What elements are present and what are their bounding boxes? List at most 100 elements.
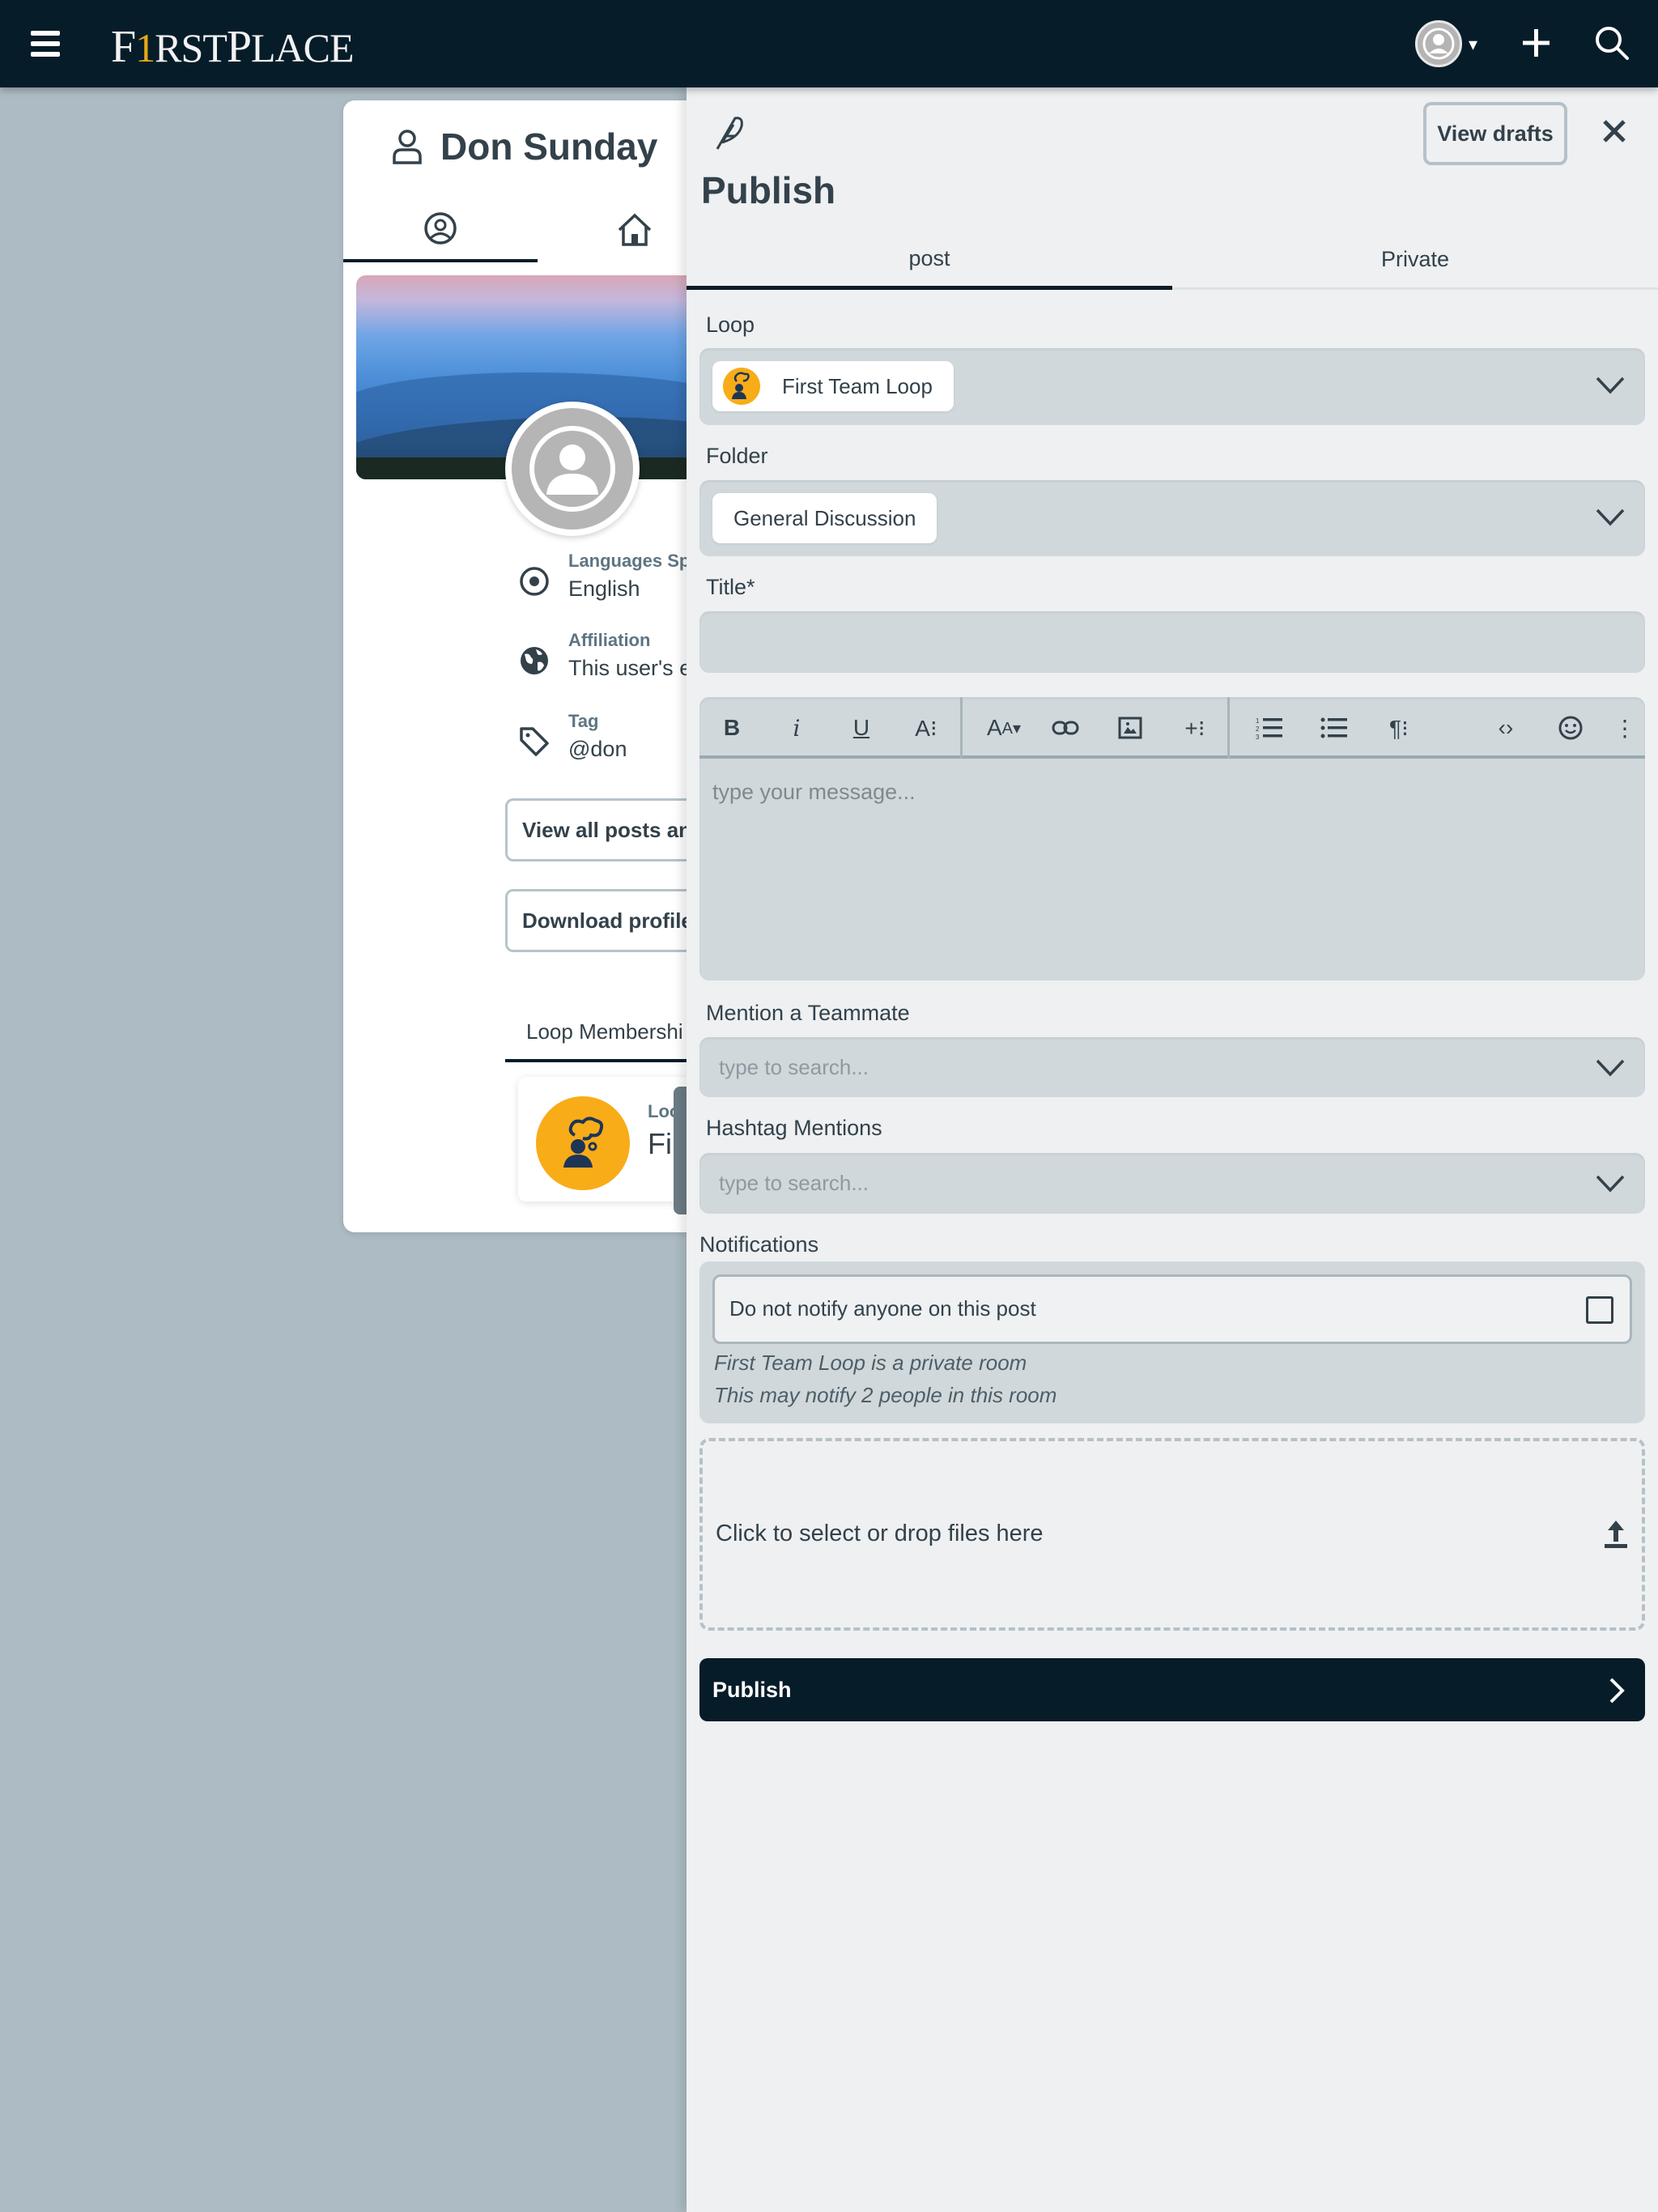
mention-select[interactable]: type to search...: [699, 1037, 1645, 1097]
scrollbar-handle[interactable]: [674, 1087, 687, 1214]
bold-icon[interactable]: B: [709, 707, 755, 749]
tab-post[interactable]: post: [687, 232, 1172, 290]
do-not-notify-label: Do not notify anyone on this post: [729, 1296, 1036, 1321]
logo-letter: F: [111, 22, 136, 72]
folder-chip[interactable]: General Discussion: [712, 493, 937, 543]
folder-label: Folder: [706, 444, 768, 468]
hashtag-placeholder: type to search...: [719, 1171, 869, 1195]
tag-icon: [520, 727, 549, 756]
publish-panel: View drafts Publish post Private Loop Fi…: [687, 87, 1658, 2212]
user-circle-icon: [424, 212, 457, 245]
field-value: @don: [568, 737, 627, 761]
insert-more-icon[interactable]: +⁝: [1172, 707, 1218, 749]
dropzone-label: Click to select or drop files here: [716, 1521, 1044, 1546]
do-not-notify-toggle[interactable]: Do not notify anyone on this post: [712, 1274, 1632, 1344]
publish-button[interactable]: Publish: [699, 1658, 1645, 1721]
tab-loop-memberships[interactable]: Loop Membershi: [505, 1004, 699, 1062]
logo-letters: RST: [155, 25, 227, 70]
home-icon: [618, 213, 652, 246]
field-value: English: [568, 576, 640, 601]
italic-icon[interactable]: i: [774, 707, 819, 749]
message-editor[interactable]: B i U A⁝ A A▾ +⁝ 123 ¶⁝ ‹› ⋮ type your m…: [699, 697, 1645, 981]
more-options-icon[interactable]: ⋮: [1613, 707, 1637, 749]
title-input[interactable]: [699, 611, 1645, 673]
profile-header: Don Sunday: [392, 125, 657, 168]
loop-chip-label: First Team Loop: [782, 373, 933, 398]
chevron-down-icon[interactable]: [1595, 508, 1626, 527]
panel-title: Publish: [701, 169, 836, 211]
do-not-notify-checkbox[interactable]: [1586, 1296, 1613, 1324]
notification-note-private: First Team Loop is a private room: [714, 1351, 1027, 1375]
ordered-list-icon[interactable]: 123: [1247, 707, 1292, 749]
logo-letters: LACE: [251, 25, 355, 70]
emoji-icon[interactable]: [1548, 707, 1593, 749]
globe-icon: [521, 647, 548, 674]
svg-text:2: 2: [1256, 725, 1260, 733]
user-icon: [393, 130, 422, 164]
tab-profile[interactable]: [343, 198, 538, 262]
loop-select[interactable]: First Team Loop: [699, 348, 1645, 425]
upload-icon: [1605, 1521, 1627, 1548]
firstplace-logo[interactable]: F1RSTPLACE: [111, 21, 355, 73]
user-silhouette-icon: [1422, 28, 1455, 60]
image-icon[interactable]: [1107, 707, 1153, 749]
chevron-down-icon[interactable]: [1595, 1058, 1626, 1078]
radio-icon: [520, 567, 549, 596]
profile-card: Don Sunday Languages Sp English Affiliat…: [343, 100, 699, 1232]
top-bar: F1RSTPLACE ▾: [0, 0, 1658, 87]
folder-select[interactable]: General Discussion: [699, 480, 1645, 556]
chevron-down-icon[interactable]: [1595, 376, 1626, 395]
hashtag-select[interactable]: type to search...: [699, 1153, 1645, 1214]
close-icon[interactable]: [1598, 115, 1630, 147]
underline-icon[interactable]: U: [839, 707, 884, 749]
notifications-box: Do not notify anyone on this post First …: [699, 1261, 1645, 1423]
tab-home[interactable]: [538, 198, 699, 262]
avatar-dropdown-caret[interactable]: ▾: [1469, 34, 1477, 55]
field-label: Affiliation: [568, 630, 651, 650]
logo-one: 1: [135, 25, 155, 70]
hashtag-label: Hashtag Mentions: [706, 1116, 882, 1140]
loop-chip[interactable]: First Team Loop: [712, 361, 954, 411]
thinking-person-icon: [563, 1117, 604, 1168]
chevron-right-icon: [1609, 1678, 1625, 1704]
tab-private[interactable]: Private: [1172, 232, 1658, 290]
svg-text:1: 1: [1256, 717, 1260, 725]
feather-icon: [716, 117, 743, 150]
link-icon[interactable]: [1043, 707, 1088, 749]
user-avatar[interactable]: [1415, 20, 1462, 67]
profile-tabs: [343, 198, 699, 262]
file-dropzone[interactable]: Click to select or drop files here: [699, 1438, 1645, 1631]
notification-note-count: This may notify 2 people in this room: [714, 1383, 1057, 1407]
loop-avatar-icon: [723, 368, 760, 405]
publish-button-label: Publish: [712, 1678, 792, 1702]
search-icon[interactable]: [1593, 24, 1630, 62]
font-size-icon[interactable]: A A▾: [981, 707, 1027, 749]
mention-placeholder: type to search...: [719, 1055, 869, 1079]
unordered-list-icon[interactable]: [1312, 707, 1357, 749]
chevron-down-icon[interactable]: [1595, 1174, 1626, 1193]
field-value: This user's e: [568, 656, 692, 680]
svg-text:3: 3: [1256, 734, 1260, 740]
plus-icon[interactable]: [1520, 23, 1553, 63]
user-silhouette-icon: [529, 426, 615, 512]
paragraph-icon[interactable]: ¶⁝: [1376, 707, 1422, 749]
menu-icon[interactable]: [31, 31, 60, 57]
editor-toolbar: B i U A⁝ A A▾ +⁝ 123 ¶⁝ ‹› ⋮: [699, 697, 1645, 759]
text-style-icon[interactable]: A⁝: [903, 707, 949, 749]
editor-placeholder: type your message...: [712, 780, 916, 804]
view-drafts-button[interactable]: View drafts: [1423, 102, 1567, 165]
download-profile-button[interactable]: Download profile: [505, 889, 699, 952]
loop-icon: [536, 1096, 630, 1190]
field-label: Languages Sp: [568, 551, 691, 571]
profile-name: Don Sunday: [440, 125, 658, 168]
loop-label: Loop: [706, 313, 755, 337]
notifications-label: Notifications: [699, 1232, 819, 1257]
field-label: Tag: [568, 711, 599, 731]
loop-card[interactable]: Loop First Team Loop: [518, 1077, 699, 1202]
profile-avatar[interactable]: [505, 402, 640, 536]
view-all-posts-button[interactable]: View all posts an: [505, 798, 699, 861]
mention-label: Mention a Teammate: [706, 1001, 910, 1025]
logo-letter: P: [226, 22, 252, 72]
code-icon[interactable]: ‹›: [1483, 707, 1528, 749]
title-label: Title*: [706, 575, 755, 599]
